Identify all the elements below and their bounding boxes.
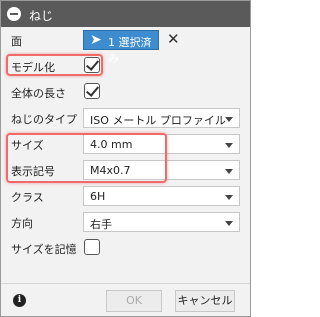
direction-value: 右手 (90, 218, 112, 231)
thread-type-label: ねじのタイプ (11, 113, 77, 126)
direction-label: 方向 (11, 217, 33, 230)
info-icon[interactable]: i (13, 294, 26, 307)
class-value: 6H (90, 190, 106, 203)
face-label: 面 (11, 35, 22, 48)
thread-type-value: ISO メートル プロファイル (90, 114, 226, 127)
ok-button[interactable]: OK (106, 290, 162, 312)
chevron-down-icon (225, 117, 233, 122)
face-select-button[interactable]: ➤ 1 選択済み (83, 30, 159, 65)
dialog-titlebar: ねじ (1, 1, 250, 27)
class-dropdown[interactable]: 6H (83, 186, 240, 206)
remember-size-row: サイズを記憶 (1, 235, 250, 261)
chevron-down-icon (225, 195, 233, 200)
full-length-checkbox[interactable] (84, 83, 100, 99)
full-length-row: 全体の長さ (1, 79, 250, 105)
thread-type-dropdown[interactable]: ISO メートル プロファイル (83, 108, 240, 128)
chevron-down-icon (225, 169, 233, 174)
dialog-footer: i OK キャンセル (1, 283, 250, 316)
direction-row: 方向 右手 (1, 209, 250, 235)
remember-size-label: サイズを記憶 (11, 243, 77, 256)
face-row: 面 ➤ 1 選択済み ✕ (1, 27, 250, 65)
pointer-cursor-icon: ➤ (90, 32, 102, 48)
thread-type-row: ねじのタイプ ISO メートル プロファイル (1, 105, 250, 131)
full-length-label: 全体の長さ (11, 87, 66, 100)
class-label: クラス (11, 191, 44, 204)
size-designation-highlight (6, 133, 167, 183)
direction-dropdown[interactable]: 右手 (83, 212, 240, 232)
dialog-title: ねじ (29, 9, 54, 23)
collapse-icon[interactable] (7, 7, 21, 21)
modeled-highlight (6, 54, 103, 76)
chevron-down-icon (225, 143, 233, 148)
class-row: クラス 6H (1, 183, 250, 209)
remember-size-checkbox[interactable] (84, 239, 100, 255)
thread-dialog: ねじ 面 ➤ 1 選択済み ✕ モデル化 全体の長さ ねじのタイプ ISO メー… (0, 0, 251, 317)
chevron-down-icon (225, 221, 233, 226)
clear-selection-icon[interactable]: ✕ (167, 30, 180, 48)
cancel-button[interactable]: キャンセル (175, 290, 235, 312)
